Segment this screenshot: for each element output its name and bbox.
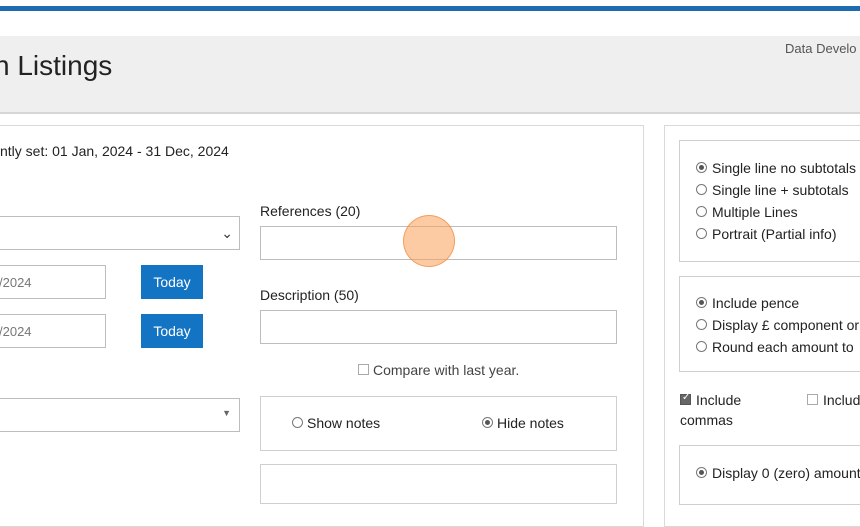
references-label: References (20) [260, 203, 361, 219]
single-line-no-subtotals-radio[interactable] [696, 162, 707, 173]
today-from-button[interactable]: Today [141, 265, 203, 299]
display-pound-component-radio[interactable] [696, 319, 707, 330]
multiple-lines-label: Multiple Lines [712, 204, 798, 220]
include-commas-label: Include [696, 392, 742, 408]
page-title: n Listings [0, 50, 113, 81]
include-commas-checkbox[interactable] [680, 392, 691, 405]
show-notes-label: Show notes [307, 415, 381, 431]
portrait-partial-label: Portrait (Partial info) [712, 226, 837, 242]
other-option-checkbox[interactable] [807, 394, 818, 405]
today-to-button[interactable]: Today [141, 314, 203, 348]
extra-options-group [260, 464, 617, 504]
category-select[interactable]: ▼ [0, 398, 240, 432]
display-pound-component-label: Display £ component or [712, 317, 860, 333]
layout-options-group [679, 140, 860, 262]
compare-last-year-checkbox[interactable] [358, 364, 369, 375]
include-commas-label-2: commas [680, 412, 733, 428]
show-notes-radio[interactable] [292, 417, 303, 428]
hide-notes-label: Hide notes [497, 415, 564, 431]
description-label: Description (50) [260, 287, 359, 303]
single-line-no-subtotals-label: Single line no subtotals [712, 160, 856, 176]
round-amount-radio[interactable] [696, 341, 707, 352]
click-indicator [403, 215, 455, 267]
portrait-partial-radio[interactable] [696, 228, 707, 239]
display-zero-label: Display 0 (zero) amount [712, 465, 860, 481]
top-accent-bar [0, 6, 860, 11]
include-pence-radio[interactable] [696, 297, 707, 308]
round-amount-label: Round each amount to [712, 339, 854, 355]
triangle-down-icon: ▼ [222, 408, 231, 418]
date-from-value: /2024 [0, 275, 32, 290]
date-to-input[interactable]: /2024 [0, 314, 106, 348]
multiple-lines-radio[interactable] [696, 206, 707, 217]
date-from-input[interactable]: /2024 [0, 265, 106, 299]
hide-notes-radio[interactable] [482, 417, 493, 428]
page-header [0, 36, 860, 114]
period-text: ntly set: 01 Jan, 2024 - 31 Dec, 2024 [0, 143, 229, 159]
chevron-down-icon: ⌄ [221, 225, 233, 241]
compare-last-year-label: Compare with last year. [373, 362, 520, 378]
include-pence-label: Include pence [712, 295, 800, 311]
other-option-label: Includ [823, 392, 860, 408]
display-zero-radio[interactable] [696, 467, 707, 478]
single-line-subtotals-label: Single line + subtotals [712, 182, 849, 198]
user-name[interactable]: Data Develo [785, 41, 857, 56]
description-input[interactable] [260, 310, 617, 344]
date-to-value: /2024 [0, 324, 32, 339]
single-line-subtotals-radio[interactable] [696, 184, 707, 195]
account-select[interactable]: ⌄ [0, 216, 240, 250]
